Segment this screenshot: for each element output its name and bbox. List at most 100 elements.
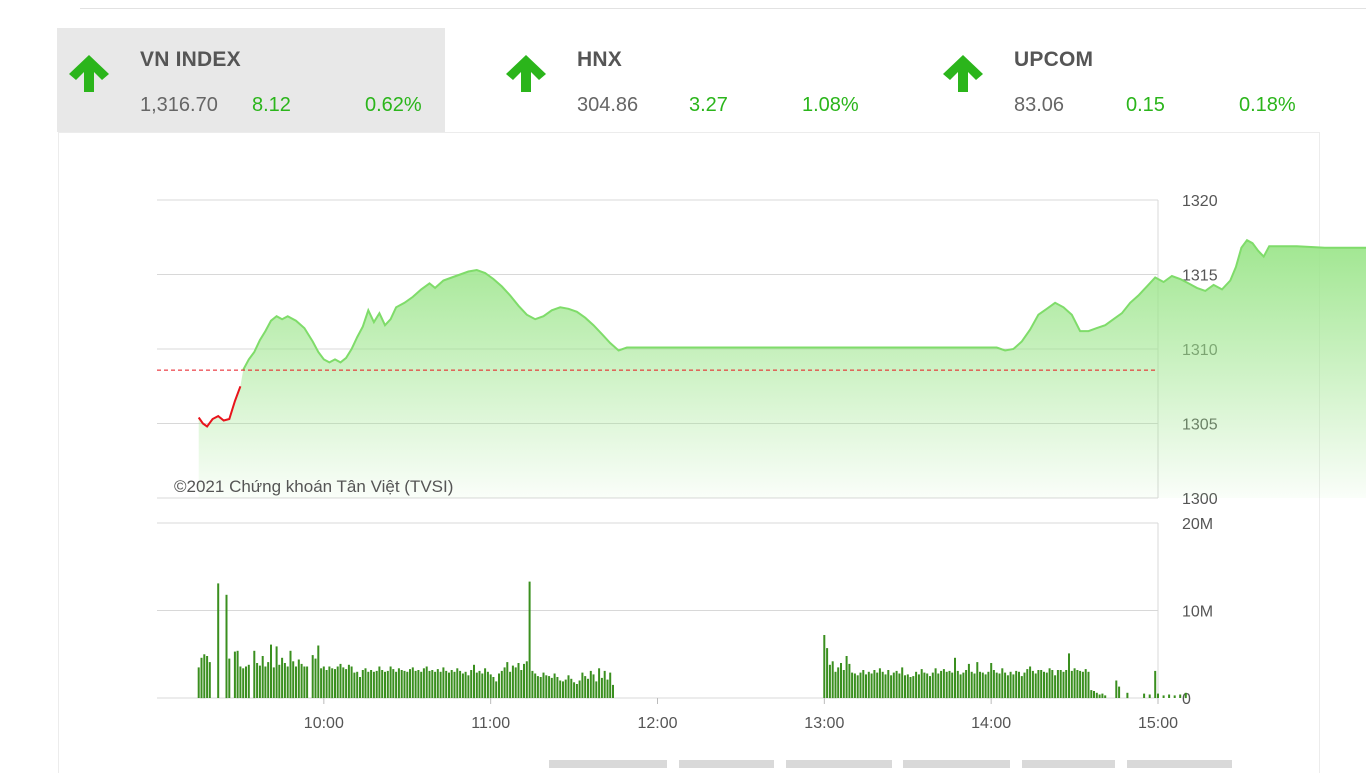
volume-bar: [395, 671, 398, 699]
volume-bar: [464, 671, 467, 699]
volume-bar: [1073, 668, 1076, 699]
volume-bar: [364, 668, 367, 699]
volume-bar: [539, 677, 542, 698]
volume-bar: [272, 667, 275, 698]
volume-bar: [870, 673, 873, 698]
volume-bar: [492, 677, 495, 698]
volume-bar: [339, 663, 342, 698]
volume-bar: [442, 667, 445, 698]
volume-bar: [384, 671, 386, 699]
volume-bar: [562, 681, 564, 698]
volume-bar: [225, 594, 228, 699]
x-tick-label: 10:00: [304, 715, 344, 732]
range-tab[interactable]: [786, 760, 892, 768]
volume-bar: [1070, 670, 1073, 698]
volume-bar: [1126, 692, 1129, 699]
volume-bar: [951, 672, 954, 698]
range-tab[interactable]: [679, 760, 774, 768]
range-tab[interactable]: [549, 760, 667, 768]
volume-bar: [536, 676, 539, 698]
volume-bar: [242, 668, 245, 699]
volume-bar: [328, 666, 331, 698]
volume-bar: [245, 666, 247, 698]
volume-bar: [1068, 653, 1070, 698]
range-tab[interactable]: [903, 760, 1010, 768]
volume-bar: [1006, 675, 1009, 699]
volume-bar: [823, 635, 826, 698]
volume-bar: [973, 673, 976, 698]
volume-bar: [367, 671, 370, 699]
volume-bar: [453, 671, 456, 699]
volume-bar: [1048, 668, 1051, 699]
volume-bar: [495, 681, 498, 698]
volume-bar: [295, 666, 297, 698]
volume-bar: [420, 671, 423, 699]
volume-bar: [1043, 671, 1045, 699]
volume-bar: [987, 671, 990, 699]
volume-bar: [895, 670, 898, 698]
volume-bar: [853, 673, 856, 698]
volume-bar: [967, 663, 970, 698]
volume-bar: [1012, 674, 1015, 698]
volume-bar: [542, 672, 545, 698]
volume-bar: [208, 662, 211, 698]
volume-bar: [320, 668, 323, 699]
volume-bar: [917, 674, 920, 698]
volume-bar: [503, 667, 506, 698]
volume-bar: [1143, 693, 1146, 698]
volume-bar: [595, 681, 598, 698]
chart-watermark: ©2021 Chứng khoán Tân Việt (TVSI): [174, 477, 453, 496]
volume-bar: [1040, 670, 1043, 698]
volume-bar: [456, 668, 459, 699]
volume-bar: [931, 672, 934, 698]
volume-bar: [934, 668, 937, 699]
volume-bar: [962, 672, 965, 698]
volume-bar: [609, 672, 612, 698]
volume-bar: [567, 675, 570, 699]
volume-bar: [1148, 694, 1151, 698]
volume-bar: [1029, 666, 1032, 698]
volume-bar: [509, 671, 512, 699]
volume-bar: [400, 670, 403, 698]
volume-bar: [995, 672, 998, 698]
volume-bar: [267, 662, 270, 698]
volume-bar: [906, 674, 909, 698]
volume-bar: [1090, 690, 1093, 698]
volume-bar: [445, 670, 448, 698]
volume-bar: [1076, 670, 1079, 698]
volume-bar: [403, 670, 406, 698]
range-tab[interactable]: [1127, 760, 1232, 768]
volume-bar: [548, 676, 551, 698]
volume-bar: [417, 670, 420, 698]
range-tab[interactable]: [1022, 760, 1115, 768]
volume-bar: [1098, 694, 1101, 698]
volume-bar: [970, 671, 973, 699]
volume-bar: [239, 666, 242, 698]
volume-bar: [842, 670, 845, 698]
volume-bar: [1093, 691, 1095, 698]
volume-bar: [228, 658, 231, 698]
volume-bar: [1168, 694, 1171, 698]
volume-bar: [845, 656, 848, 698]
volume-bar: [306, 666, 309, 698]
volume-bar: [422, 668, 425, 699]
volume-bar: [361, 670, 364, 698]
volume-bar: [1154, 670, 1157, 698]
volume-bar: [915, 671, 918, 699]
volume-bar: [1020, 676, 1023, 698]
volume-bar: [826, 648, 829, 698]
volume-bar: [203, 654, 206, 699]
volume-bar: [589, 670, 592, 698]
volume-bar: [336, 666, 339, 698]
volume-bar: [578, 680, 581, 698]
intraday-chart: 13201315131013051300©2021 Chứng khoán Tâ…: [157, 193, 1366, 732]
volume-bar: [553, 673, 556, 698]
volume-bar: [559, 680, 562, 698]
volume-bar: [253, 650, 256, 699]
volume-bar: [292, 661, 295, 699]
volume-bar: [289, 650, 292, 699]
volume-bar: [278, 664, 281, 699]
volume-bar: [528, 581, 531, 698]
volume-bar: [873, 670, 876, 698]
volume-bar: [937, 673, 940, 698]
